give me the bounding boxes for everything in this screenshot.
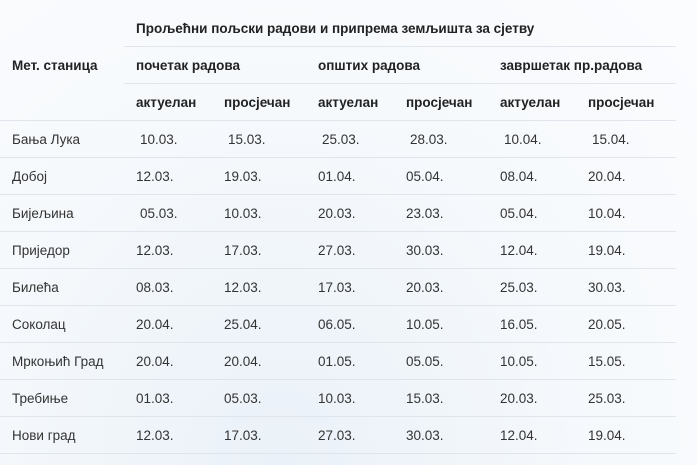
- table-cell: 23.03.: [394, 194, 488, 232]
- table-cell: 05.03.: [212, 379, 306, 417]
- table-row: Добој 12.03. 19.03. 01.04. 05.04. 08.04.…: [0, 157, 677, 195]
- station-name: Требиње: [0, 379, 124, 417]
- table-cell: 30.03.: [394, 416, 488, 454]
- table-cell: 17.03.: [212, 416, 306, 454]
- group-title: Прољећни пољски радови и припрема земљиш…: [124, 10, 677, 47]
- table-cell: 12.03.: [124, 416, 212, 454]
- table-cell: 10.03.: [124, 120, 212, 158]
- table-cell: 15.05.: [576, 342, 677, 380]
- table-row: Мркоњић Град 20.04. 20.04. 01.05. 05.05.…: [0, 342, 677, 380]
- subheader-actual: актуелан: [488, 83, 576, 121]
- station-name: Бијељина: [0, 194, 124, 232]
- table-cell: 15.04.: [576, 120, 677, 158]
- table-cell: 05.04.: [394, 157, 488, 195]
- table-body: Бања Лука 10.03. 15.03. 25.03. 28.03. 10…: [0, 120, 677, 454]
- table-cell: 05.05.: [394, 342, 488, 380]
- table-cell: 25.03.: [488, 268, 576, 306]
- phase-header-start: почетак радова: [124, 46, 306, 84]
- table-cell: 19.04.: [576, 231, 677, 269]
- phenology-table: Мет. станица Прољећни пољски радови и пр…: [0, 10, 677, 454]
- table-cell: 01.03.: [124, 379, 212, 417]
- station-name: Билећа: [0, 268, 124, 306]
- table-cell: 25.03.: [306, 120, 394, 158]
- station-name: Приједор: [0, 231, 124, 269]
- station-name: Добој: [0, 157, 124, 195]
- table-cell: 12.04.: [488, 231, 576, 269]
- table-cell: 10.03.: [212, 194, 306, 232]
- table-cell: 12.03.: [124, 157, 212, 195]
- subheader-actual: актуелан: [124, 83, 212, 121]
- table-row: Билећа 08.03. 12.03. 17.03. 20.03. 25.03…: [0, 268, 677, 306]
- table-row: Требиње 01.03. 05.03. 10.03. 15.03. 20.0…: [0, 379, 677, 417]
- subheader-average: просјечан: [394, 83, 488, 121]
- table-cell: 01.05.: [306, 342, 394, 380]
- table-cell: 20.03.: [394, 268, 488, 306]
- table-cell: 20.04.: [576, 157, 677, 195]
- table-cell: 20.04.: [124, 305, 212, 343]
- table-cell: 01.04.: [306, 157, 394, 195]
- table-cell: 20.05.: [576, 305, 677, 343]
- table-row: Соколац 20.04. 25.04. 06.05. 10.05. 16.0…: [0, 305, 677, 343]
- table-cell: 20.04.: [212, 342, 306, 380]
- header-row-title: Мет. станица Прољећни пољски радови и пр…: [0, 10, 677, 121]
- table-cell: 27.03.: [306, 416, 394, 454]
- station-name: Бања Лука: [0, 120, 124, 158]
- station-name: Мркоњић Град: [0, 342, 124, 380]
- table-cell: 08.03.: [124, 268, 212, 306]
- table-cell: 17.03.: [306, 268, 394, 306]
- table-row: Бања Лука 10.03. 15.03. 25.03. 28.03. 10…: [0, 120, 677, 158]
- table-cell: 12.04.: [488, 416, 576, 454]
- table-cell: 12.03.: [212, 268, 306, 306]
- table-cell: 20.04.: [124, 342, 212, 380]
- table-cell: 20.03.: [306, 194, 394, 232]
- station-name: Соколац: [0, 305, 124, 343]
- table-cell: 19.04.: [576, 416, 677, 454]
- table-header: Мет. станица Прољећни пољски радови и пр…: [0, 10, 677, 121]
- table-cell: 15.03.: [394, 379, 488, 417]
- table-cell: 08.04.: [488, 157, 576, 195]
- table-cell: 19.03.: [212, 157, 306, 195]
- table-cell: 30.03.: [394, 231, 488, 269]
- phase-header-general: општих радова: [306, 46, 488, 84]
- table-cell: 25.03.: [576, 379, 677, 417]
- table-cell: 17.03.: [212, 231, 306, 269]
- table-cell: 27.03.: [306, 231, 394, 269]
- table-cell: 05.03.: [124, 194, 212, 232]
- table-cell: 10.05.: [488, 342, 576, 380]
- table-cell: 10.03.: [306, 379, 394, 417]
- table-cell: 10.05.: [394, 305, 488, 343]
- phase-header-end: завршетак пр.радова: [488, 46, 677, 84]
- station-column-header: Мет. станица: [0, 10, 124, 121]
- table-cell: 05.04.: [488, 194, 576, 232]
- table-cell: 28.03.: [394, 120, 488, 158]
- station-name: Нови град: [0, 416, 124, 454]
- table-row: Бијељина 05.03. 10.03. 20.03. 23.03. 05.…: [0, 194, 677, 232]
- table-cell: 30.03.: [576, 268, 677, 306]
- table-cell: 10.04.: [488, 120, 576, 158]
- subheader-average: просјечан: [212, 83, 306, 121]
- subheader-average: просјечан: [576, 83, 677, 121]
- table-row: Нови град 12.03. 17.03. 27.03. 30.03. 12…: [0, 416, 677, 454]
- table-cell: 12.03.: [124, 231, 212, 269]
- table-cell: 20.03.: [488, 379, 576, 417]
- table-cell: 15.03.: [212, 120, 306, 158]
- table-row: Приједор 12.03. 17.03. 27.03. 30.03. 12.…: [0, 231, 677, 269]
- table-cell: 06.05.: [306, 305, 394, 343]
- subheader-actual: актуелан: [306, 83, 394, 121]
- page-background: Мет. станица Прољећни пољски радови и пр…: [0, 0, 697, 465]
- table-cell: 25.04.: [212, 305, 306, 343]
- table-cell: 10.04.: [576, 194, 677, 232]
- table-cell: 16.05.: [488, 305, 576, 343]
